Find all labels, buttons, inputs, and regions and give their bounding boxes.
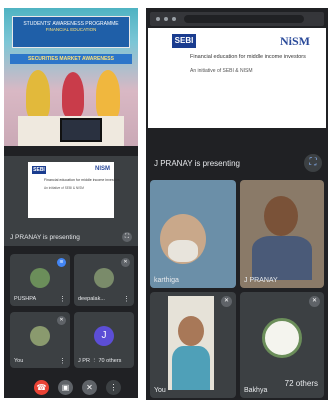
address-bar[interactable] bbox=[184, 15, 304, 23]
slide-line-1: Financial education for middle income in… bbox=[44, 178, 120, 182]
participant-tile-self[interactable]: ✕ You bbox=[150, 292, 236, 398]
participant-tile-deepalak[interactable]: ✕ deepalak... ⋮ bbox=[74, 254, 134, 306]
fullscreen-icon[interactable]: ⛶ bbox=[122, 232, 132, 242]
more-options-icon[interactable]: ⋮ bbox=[123, 295, 130, 303]
left-meet-screenshot: STUDENTS' AWARENESS PROGRAMME FINANCIAL … bbox=[4, 8, 138, 398]
mic-off-icon: ✕ bbox=[221, 296, 232, 307]
participant-name: karthiga bbox=[154, 277, 179, 284]
window-dot-icon bbox=[164, 17, 168, 21]
participant-figure-1 bbox=[26, 70, 50, 120]
avatar bbox=[30, 326, 50, 346]
presentation-thumbnail[interactable]: SEBI NISM Financial education for middle… bbox=[4, 156, 138, 246]
more-options-button[interactable]: ⋮ bbox=[106, 380, 121, 395]
participant-face bbox=[264, 196, 298, 236]
slide-line-2: An initiative of SEBI & NISM bbox=[190, 68, 253, 74]
browser-bar bbox=[150, 12, 324, 26]
participant-face bbox=[178, 316, 204, 346]
participant-name-others: J PR ⋮ 70 others bbox=[78, 358, 121, 364]
camera-off-button[interactable]: ▣ bbox=[58, 380, 73, 395]
participant-name: Bakhya bbox=[244, 387, 268, 394]
presenting-label: J PRANAY is presenting bbox=[10, 234, 80, 241]
window-dot-icon bbox=[156, 17, 160, 21]
event-banner: STUDENTS' AWARENESS PROGRAMME FINANCIAL … bbox=[12, 16, 130, 48]
others-count: 70 others bbox=[98, 358, 122, 364]
slide-content: SEBI NISM Financial education for middle… bbox=[28, 162, 120, 218]
avatar bbox=[94, 268, 114, 288]
participant-name: J PRANAY bbox=[244, 277, 278, 284]
right-meet-screenshot: SEBI NiSM Financial education for middle… bbox=[146, 8, 328, 400]
mic-off-button[interactable]: ✕ bbox=[82, 380, 97, 395]
classroom-video-feed: STUDENTS' AWARENESS PROGRAMME FINANCIAL … bbox=[4, 8, 138, 146]
participant-name: J PR bbox=[78, 358, 90, 364]
participant-outfit bbox=[172, 346, 210, 390]
avatar-letter: J bbox=[94, 326, 114, 346]
participant-figure-3 bbox=[96, 70, 120, 120]
mic-off-icon: ✕ bbox=[57, 316, 66, 325]
slide-line-2: An initiative of SEBI & NISM bbox=[44, 186, 84, 190]
end-call-button[interactable]: ☎ bbox=[34, 380, 49, 395]
speaking-indicator-icon: ≋ bbox=[57, 258, 66, 267]
banner-subtitle: FINANCIAL EDUCATION bbox=[45, 27, 97, 32]
window-dot-icon bbox=[172, 17, 176, 21]
shared-presentation[interactable]: SEBI NiSM Financial education for middle… bbox=[148, 28, 326, 128]
fullscreen-icon[interactable]: ⛶ bbox=[304, 154, 322, 172]
participant-tile-pushpa[interactable]: ≋ PUSHPA ⋮ bbox=[10, 254, 70, 306]
participant-name: You bbox=[14, 358, 24, 364]
mic-off-icon: ✕ bbox=[309, 296, 320, 307]
participant-tile-jpranay[interactable]: J PRANAY bbox=[240, 180, 324, 288]
sebi-logo: SEBI bbox=[172, 34, 196, 48]
sebi-logo: SEBI bbox=[32, 166, 46, 174]
more-options-icon[interactable]: ⋮ bbox=[59, 357, 66, 365]
avatar bbox=[262, 318, 302, 358]
slide-line-1: Financial education for middle income in… bbox=[190, 54, 306, 60]
face-mask bbox=[168, 240, 198, 262]
participant-figure-2 bbox=[62, 72, 84, 118]
participant-name: PUSHPA bbox=[14, 296, 37, 302]
participant-tile-self[interactable]: ✕ You ⋮ bbox=[10, 312, 70, 368]
banner-strip: SECURITIES MARKET AWARENESS bbox=[10, 54, 132, 64]
participant-tile-bakhya[interactable]: ✕ Bakhya 72 others bbox=[240, 292, 324, 398]
participant-tile-others[interactable]: J J PR ⋮ 70 others bbox=[74, 312, 134, 368]
more-options-icon[interactable]: ⋮ bbox=[59, 295, 66, 303]
presenting-label: J PRANAY is presenting bbox=[154, 159, 240, 168]
participant-shirt bbox=[252, 236, 312, 280]
participant-name: deepalak... bbox=[78, 296, 105, 302]
participant-tile-karthiga[interactable]: karthiga bbox=[150, 180, 236, 288]
participant-name: You bbox=[154, 387, 166, 394]
mic-off-icon: ✕ bbox=[121, 258, 130, 267]
laptop bbox=[60, 118, 102, 142]
others-count[interactable]: 72 others bbox=[285, 379, 318, 388]
avatar bbox=[30, 268, 50, 288]
nism-logo: NiSM bbox=[280, 34, 310, 48]
nism-logo: NISM bbox=[95, 166, 110, 172]
